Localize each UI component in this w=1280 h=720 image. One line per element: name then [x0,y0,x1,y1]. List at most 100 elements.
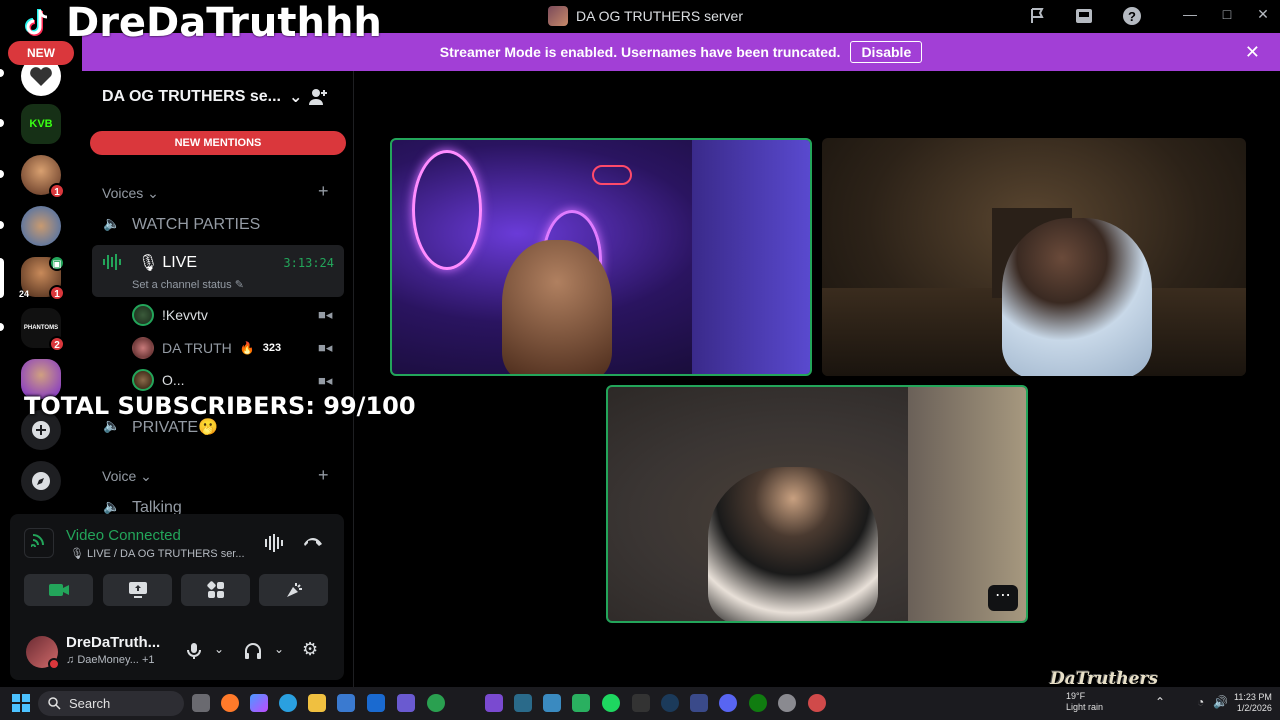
firefox-icon[interactable] [221,694,239,712]
server-header[interactable]: DA OG TRUTHERS se... ⌄ [102,87,302,107]
user-activity-label: DaeMoney... [77,654,139,666]
server-kvb[interactable]: KVB [21,104,61,144]
video-tile[interactable] [822,138,1246,376]
discover-icon[interactable] [21,461,61,501]
channel-watch-parties[interactable]: 🔈 WATCH PARTIES [102,215,260,235]
chevron-up-icon[interactable]: ⌃ [1155,695,1165,709]
channel-private[interactable]: 🔈 PRIVATE🫢 [102,417,218,437]
channel-live[interactable]: 🎙 LIVE 3:13:24 Set a channel status ✎ [92,245,344,297]
mention-badge: 1 [49,285,65,301]
taskbar-search-label: Search [69,696,111,711]
microphone-icon[interactable] [186,642,202,665]
weather-temp: 19°F [1066,691,1086,701]
video-tile[interactable]: ⋯ [606,385,1028,623]
add-channel-icon[interactable]: + [318,181,329,202]
voice-status[interactable]: Video Connected [66,527,181,544]
category-voice-label: Voice [102,468,137,484]
taskbar: Search 19°F Light rain ⌃ ◔ 🔊 11:23 PM 1/… [0,687,1280,720]
connection-signal-icon[interactable] [24,528,54,558]
settings-icon[interactable] [778,694,796,712]
noise-suppression-icon[interactable] [264,534,286,557]
category-voices[interactable]: Voices ⌄ [102,185,159,202]
teams-icon[interactable] [397,694,415,712]
rail-unread-pill [0,119,4,127]
activities-button[interactable] [181,574,250,606]
edge-icon[interactable] [279,694,297,712]
xbox-icon[interactable] [749,694,767,712]
voice-indicator-icon: ▣ [49,255,65,271]
voice-location[interactable]: 🎙 LIVE / DA OG TRUTHERS ser... [70,547,245,560]
copilot-icon[interactable] [250,694,268,712]
screen-share-button[interactable] [103,574,172,606]
channel-status-prompt[interactable]: Set a channel status ✎ [132,278,244,291]
channel-watch-parties-label: WATCH PARTIES [132,216,261,233]
server-name: DA OG TRUTHERS se... [102,88,281,105]
server-avatar-2[interactable] [21,206,61,246]
chevron-down-icon: ⌄ [147,185,159,201]
chrome-icon[interactable] [427,694,445,712]
minimize-button[interactable]: — [1180,6,1200,26]
weather-widget[interactable]: 19°F Light rain [1066,691,1103,713]
file-explorer-icon[interactable] [308,694,326,712]
more-options-icon[interactable]: ⋯ [988,585,1018,611]
voice-member[interactable]: O... [132,368,185,392]
video-grid: ⋯ DaTruthers [355,71,1280,689]
app-icon[interactable] [808,694,826,712]
windows-start-icon[interactable] [12,694,30,712]
rail-unread-pill [0,323,4,331]
inbox-icon[interactable] [1073,5,1095,27]
person [502,240,612,374]
voice-active-icon [102,253,122,276]
app-icon[interactable] [690,694,708,712]
channel-status-label: Set a channel status [132,279,232,291]
system-clock[interactable]: 11:23 PM 1/2/2026 [1234,692,1272,714]
clock-time: 11:23 PM [1234,692,1272,702]
volume-icon[interactable]: 🔊 [1213,695,1228,709]
spotify-icon[interactable] [602,694,620,712]
server-avatar-3[interactable]: ▣ 1 24 [19,255,65,301]
chevron-down-icon: ⌄ [288,89,303,106]
app-icon[interactable] [514,694,532,712]
maximize-button[interactable]: □ [1217,6,1237,26]
category-voice[interactable]: Voice ⌄ [102,468,152,485]
username[interactable]: DreDaTruth... [66,634,160,651]
close-window-button[interactable]: ✕ [1253,6,1273,26]
disable-streamer-mode-button[interactable]: Disable [850,41,923,63]
new-mentions-button[interactable]: NEW MENTIONS [90,131,346,155]
soundboard-button[interactable] [259,574,328,606]
clock-date: 1/2/2026 [1236,703,1272,713]
disconnect-icon[interactable] [302,534,324,553]
voice-member[interactable]: DA TRUTH 🔥 323 [132,336,281,360]
speaker-locked-icon: 🔈 [103,417,121,433]
outlook-icon[interactable] [367,694,385,712]
steam-icon[interactable] [661,694,679,712]
headphones-icon[interactable] [244,642,262,665]
store-icon[interactable] [337,694,355,712]
invite-people-icon[interactable] [308,87,328,112]
microphone-icon: 🎙 [70,548,88,560]
wifi-icon[interactable]: ◔ [1197,695,1204,709]
epic-games-icon[interactable] [632,694,650,712]
app-icon[interactable] [485,694,503,712]
video-tile[interactable] [390,138,812,376]
close-banner-icon[interactable]: ✕ [1245,42,1260,63]
server-phantoms[interactable]: PHANTOMS 2 [21,308,65,352]
chevron-down-icon[interactable]: ⌄ [214,642,224,656]
camera-button[interactable] [24,574,93,606]
photos-icon[interactable] [543,694,561,712]
weather-desc: Light rain [1066,702,1104,712]
taskbar-search[interactable]: Search [38,691,184,716]
discord-icon[interactable] [719,694,737,712]
app-icon[interactable] [572,694,590,712]
chevron-down-icon[interactable]: ⌄ [274,642,284,656]
server-avatar-1[interactable]: 1 [21,155,65,199]
help-icon[interactable]: ? [1121,5,1143,27]
task-view-icon[interactable] [192,694,210,712]
voice-member[interactable]: !Kevvtv [132,303,208,327]
channel-private-label: PRIVATE🫢 [132,419,219,436]
flag-icon[interactable] [1027,5,1049,27]
add-channel-icon[interactable]: + [318,465,329,486]
gear-icon[interactable]: ⚙ [302,639,318,660]
window-title: DA OG TRUTHERS server [548,6,743,26]
server-phantoms-label: PHANTOMS [23,325,59,331]
